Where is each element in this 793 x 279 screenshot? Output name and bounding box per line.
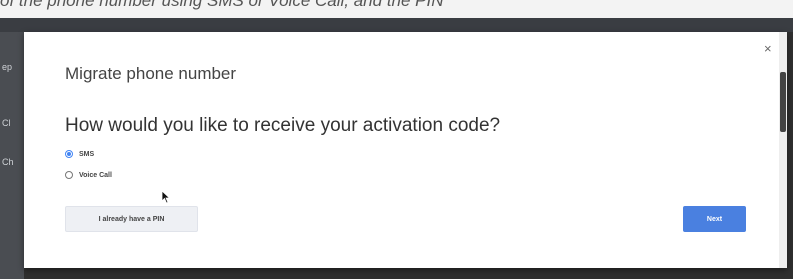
mouse-cursor-icon	[161, 190, 171, 204]
option-label: Voice Call	[79, 171, 112, 179]
option-voice-call[interactable]: Voice Call	[65, 171, 112, 179]
sms-radio[interactable]	[65, 150, 73, 158]
background-sidebar: ep Cl Ch	[0, 32, 24, 279]
migrate-phone-dialog: × Migrate phone number How would you lik…	[24, 32, 787, 268]
already-have-pin-button[interactable]: I already have a PIN	[65, 206, 198, 232]
background-sidebar-label: ep	[2, 62, 13, 72]
close-icon[interactable]: ×	[764, 42, 772, 55]
background-caption: of the phone number using SMS or Voice C…	[0, 0, 793, 18]
background-caption-text: of the phone number using SMS or Voice C…	[0, 0, 444, 10]
voice-call-radio[interactable]	[65, 171, 73, 179]
dialog-title: Migrate phone number	[65, 64, 237, 83]
scrollbar-thumb[interactable]	[780, 72, 786, 132]
scrollbar[interactable]	[779, 32, 787, 268]
option-label: SMS	[79, 150, 95, 158]
next-button[interactable]: Next	[683, 206, 746, 232]
background-sidebar-label: Ch	[2, 157, 14, 167]
screen: of the phone number using SMS or Voice C…	[0, 0, 793, 279]
option-sms[interactable]: SMS	[65, 150, 94, 158]
background-sidebar-label: Cl	[2, 118, 11, 128]
background-app-bar	[0, 18, 793, 32]
activation-question: How would you like to receive your activ…	[65, 115, 501, 136]
